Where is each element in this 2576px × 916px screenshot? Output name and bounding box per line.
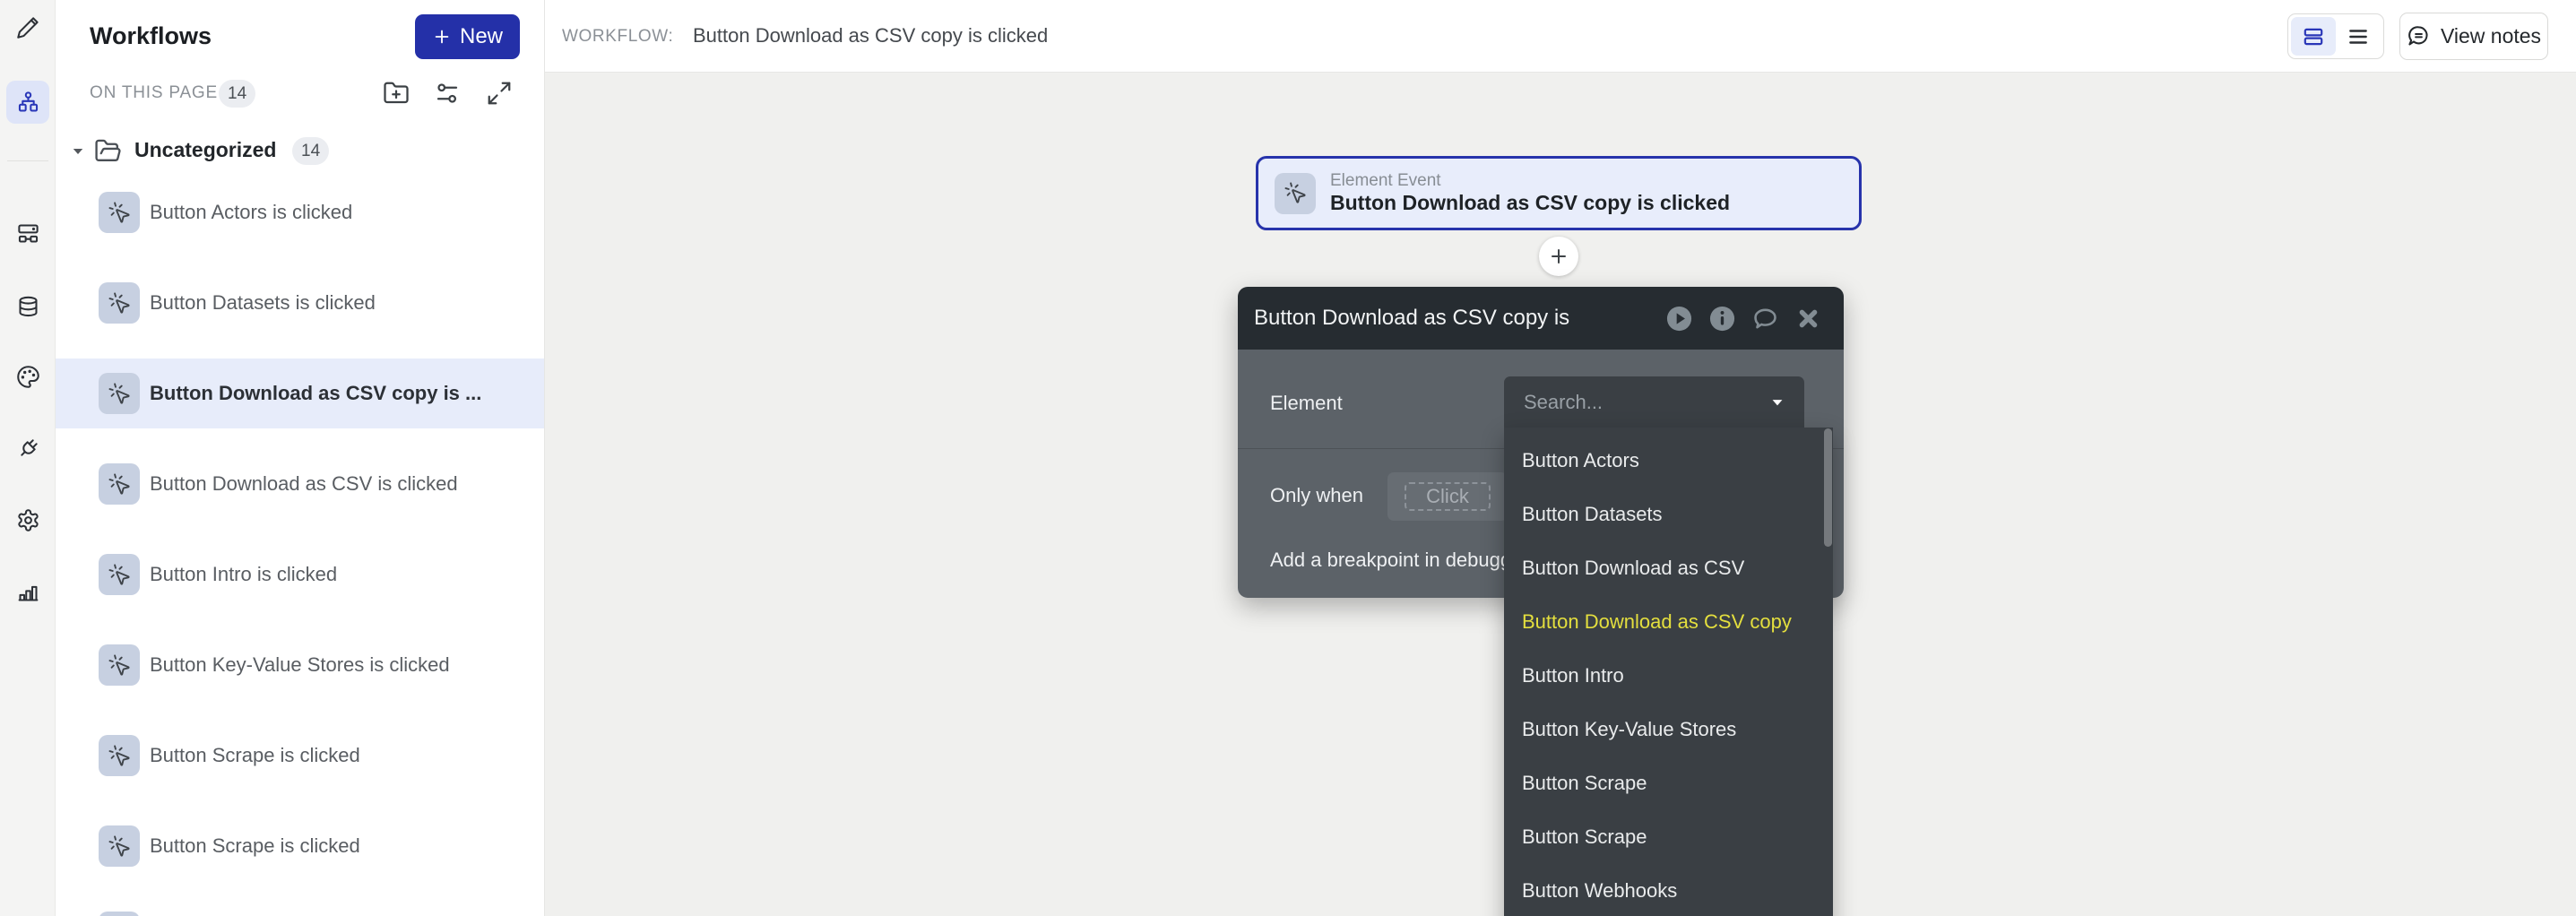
list-view-toggle[interactable]	[2336, 17, 2381, 56]
list-item[interactable]: Button Actors is clicked	[56, 177, 544, 247]
dropdown-scrollbar[interactable]	[1824, 428, 1832, 547]
list-item[interactable]: Button Key-Value Stores is clicked	[56, 630, 544, 700]
comment-icon[interactable]	[1751, 305, 1779, 333]
workflow-canvas[interactable]: Element Event Button Download as CSV cop…	[545, 73, 2576, 916]
workflows-sidebar: Workflows New ON THIS PAGE 14 Uncategori…	[56, 0, 545, 916]
folder-name: Uncategorized	[134, 138, 276, 162]
mouse-pointer-click-icon	[99, 912, 140, 916]
mouse-pointer-click-icon	[99, 644, 140, 686]
view-notes-button[interactable]: View notes	[2399, 13, 2548, 60]
plus-icon	[1548, 246, 1569, 267]
dropdown-option[interactable]: Button Datasets	[1522, 488, 1813, 541]
new-folder-icon[interactable]	[383, 80, 411, 108]
workflow-title: Button Download as CSV copy is clicked	[693, 24, 1048, 48]
icon-rail	[0, 0, 56, 916]
list-item-label: Button Download as CSV is clicked	[150, 472, 458, 496]
list-item-label: Button Intro is clicked	[150, 563, 337, 586]
node-type-label: Element Event	[1330, 171, 1730, 191]
list-item[interactable]: Button Download as CSV is clicked	[56, 449, 544, 519]
element-search-input[interactable]	[1522, 390, 1768, 415]
dropdown-option[interactable]: Button Scrape	[1522, 810, 1813, 864]
mouse-pointer-click-icon	[1275, 173, 1316, 214]
dropdown-option-selected[interactable]: Button Download as CSV copy	[1522, 595, 1813, 649]
folder-open-icon	[94, 137, 122, 165]
list-item-label: Button Download as CSV copy is ...	[150, 382, 481, 405]
folder-count-badge: 14	[292, 137, 329, 165]
element-options-dropdown: Button Actors Button Datasets Button Dow…	[1504, 428, 1833, 916]
modal-header: Button Download as CSV copy is	[1238, 287, 1844, 350]
close-icon[interactable]	[1794, 305, 1822, 333]
mouse-pointer-click-icon	[99, 282, 140, 324]
element-field-label: Element	[1270, 392, 1343, 415]
modal-title: Button Download as CSV copy is	[1254, 306, 1665, 331]
on-this-page-label: ON THIS PAGE	[90, 83, 218, 103]
list-item-partial[interactable]	[56, 897, 544, 916]
chevron-down-icon[interactable]	[1768, 393, 1786, 411]
expand-icon[interactable]	[486, 80, 514, 108]
analytics-chart-icon[interactable]	[6, 570, 49, 613]
plug-icon[interactable]	[6, 427, 49, 470]
element-event-node[interactable]: Element Event Button Download as CSV cop…	[1256, 156, 1862, 230]
list-item-label: Button Scrape is clicked	[150, 834, 360, 858]
only-when-label: Only when	[1270, 484, 1363, 507]
dropdown-option[interactable]: Button Intro	[1522, 649, 1813, 703]
list-item[interactable]: Button Scrape is clicked	[56, 811, 544, 881]
list-item[interactable]: Button Intro is clicked	[56, 540, 544, 609]
database-icon[interactable]	[6, 285, 49, 328]
workflow-breadcrumb-label: WORKFLOW:	[562, 27, 673, 47]
list-item-label: Button Datasets is clicked	[150, 291, 376, 315]
rail-divider	[7, 160, 48, 161]
mouse-pointer-click-icon	[99, 373, 140, 414]
folder-row-uncategorized[interactable]: Uncategorized 14	[56, 133, 544, 170]
new-workflow-button[interactable]: New	[415, 14, 520, 59]
list-item-selected[interactable]: Button Download as CSV copy is ...	[56, 359, 544, 428]
view-toggle	[2287, 13, 2384, 59]
list-item-label: Button Key-Value Stores is clicked	[150, 653, 450, 677]
mouse-pointer-click-icon	[99, 192, 140, 233]
list-item-label: Button Scrape is clicked	[150, 744, 360, 767]
cards-icon	[2302, 25, 2325, 48]
dropdown-option[interactable]: Button Key-Value Stores	[1522, 703, 1813, 756]
on-this-page-count-badge: 14	[219, 80, 255, 108]
collapse-caret-icon[interactable]	[70, 143, 86, 160]
hamburger-icon	[2347, 25, 2370, 48]
mouse-pointer-click-icon	[99, 735, 140, 776]
dropdown-option[interactable]: Button Download as CSV	[1522, 541, 1813, 595]
mouse-pointer-click-icon	[99, 463, 140, 505]
settings-gear-icon[interactable]	[6, 498, 49, 541]
node-title: Button Download as CSV copy is clicked	[1330, 191, 1730, 216]
sidebar-title: Workflows	[90, 22, 212, 50]
edit-icon[interactable]	[6, 5, 49, 48]
click-condition-button[interactable]: Click	[1387, 472, 1508, 521]
element-select[interactable]	[1504, 376, 1804, 428]
list-item[interactable]: Button Datasets is clicked	[56, 268, 544, 338]
mouse-pointer-click-icon	[99, 554, 140, 595]
top-bar: WORKFLOW: Button Download as CSV copy is…	[545, 0, 2576, 73]
dropdown-option[interactable]: Button Scrape	[1522, 756, 1813, 810]
workflows-icon[interactable]	[6, 81, 49, 124]
add-step-button[interactable]	[1539, 237, 1578, 276]
dropdown-option[interactable]: Button Webhooks	[1522, 864, 1813, 916]
app-window: Workflows New ON THIS PAGE 14 Uncategori…	[0, 0, 2576, 916]
info-icon[interactable]	[1708, 305, 1736, 333]
notes-bubble-icon	[2407, 24, 2431, 48]
mouse-pointer-click-icon	[99, 825, 140, 867]
plus-icon	[432, 27, 452, 47]
card-view-toggle[interactable]	[2291, 17, 2336, 56]
list-item[interactable]: Button Scrape is clicked	[56, 721, 544, 791]
palette-icon[interactable]	[6, 355, 49, 398]
list-item-label: Button Actors is clicked	[150, 201, 352, 224]
components-icon[interactable]	[6, 212, 49, 255]
play-icon[interactable]	[1665, 305, 1693, 333]
filter-sliders-icon[interactable]	[434, 80, 462, 108]
breakpoint-link[interactable]: Add a breakpoint in debugger	[1270, 549, 1529, 572]
dropdown-option[interactable]: Button Actors	[1522, 434, 1813, 488]
